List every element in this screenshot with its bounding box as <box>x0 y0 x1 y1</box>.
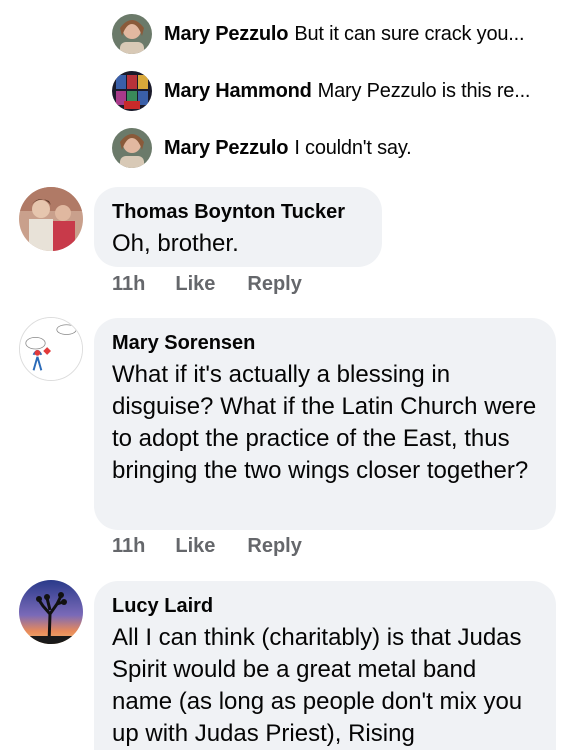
comment-actions: 11h Like Reply <box>112 273 334 296</box>
comment-timestamp[interactable]: 11h <box>112 273 145 296</box>
reply-author[interactable]: Mary Hammond <box>164 80 312 102</box>
comment-actions: 11h Like Reply <box>112 535 334 558</box>
reply-button[interactable]: Reply <box>247 273 301 296</box>
reply-author[interactable]: Mary Pezzulo <box>164 137 289 159</box>
reply-text: Mary Pezzulo But it can sure crack you... <box>164 23 524 46</box>
comment-timestamp[interactable]: 11h <box>112 535 145 558</box>
comment-text: All I can think (charitably) is that Jud… <box>112 624 523 747</box>
reply-preview: But it can sure crack you... <box>294 22 525 45</box>
comment-bubble: Mary Sorensen What if it's actually a bl… <box>94 318 556 530</box>
avatar[interactable] <box>112 128 152 168</box>
comment-text: What if it's actually a blessing in disg… <box>112 361 537 484</box>
reply-author[interactable]: Mary Pezzulo <box>164 23 289 45</box>
like-button[interactable]: Like <box>175 535 215 558</box>
avatar[interactable] <box>19 187 83 251</box>
comment-author[interactable]: Lucy Laird <box>112 593 538 619</box>
reply-item[interactable]: Mary Pezzulo But it can sure crack you... <box>112 14 562 54</box>
comment-bubble: Thomas Boynton Tucker Oh, brother. <box>94 187 382 267</box>
reply-item[interactable]: Mary Hammond Mary Pezzulo is this re... <box>112 71 562 111</box>
comment-text: Oh, brother. <box>112 230 239 257</box>
reply-text: Mary Pezzulo I couldn't say. <box>164 137 412 160</box>
reply-button[interactable]: Reply <box>247 535 301 558</box>
reply-preview: I couldn't say. <box>294 136 412 159</box>
comment-bubble: Lucy Laird All I can think (charitably) … <box>94 581 556 750</box>
avatar[interactable] <box>19 580 83 644</box>
comment-thread: Mary Pezzulo But it can sure crack you...… <box>0 0 575 750</box>
avatar[interactable] <box>19 317 83 381</box>
like-button[interactable]: Like <box>175 273 215 296</box>
comment-author[interactable]: Thomas Boynton Tucker <box>112 199 364 225</box>
reply-item[interactable]: Mary Pezzulo I couldn't say. <box>112 128 562 168</box>
avatar[interactable] <box>112 71 152 111</box>
avatar[interactable] <box>112 14 152 54</box>
reply-preview: Mary Pezzulo is this re... <box>317 79 531 102</box>
comment-author[interactable]: Mary Sorensen <box>112 330 538 356</box>
reply-text: Mary Hammond Mary Pezzulo is this re... <box>164 80 530 103</box>
